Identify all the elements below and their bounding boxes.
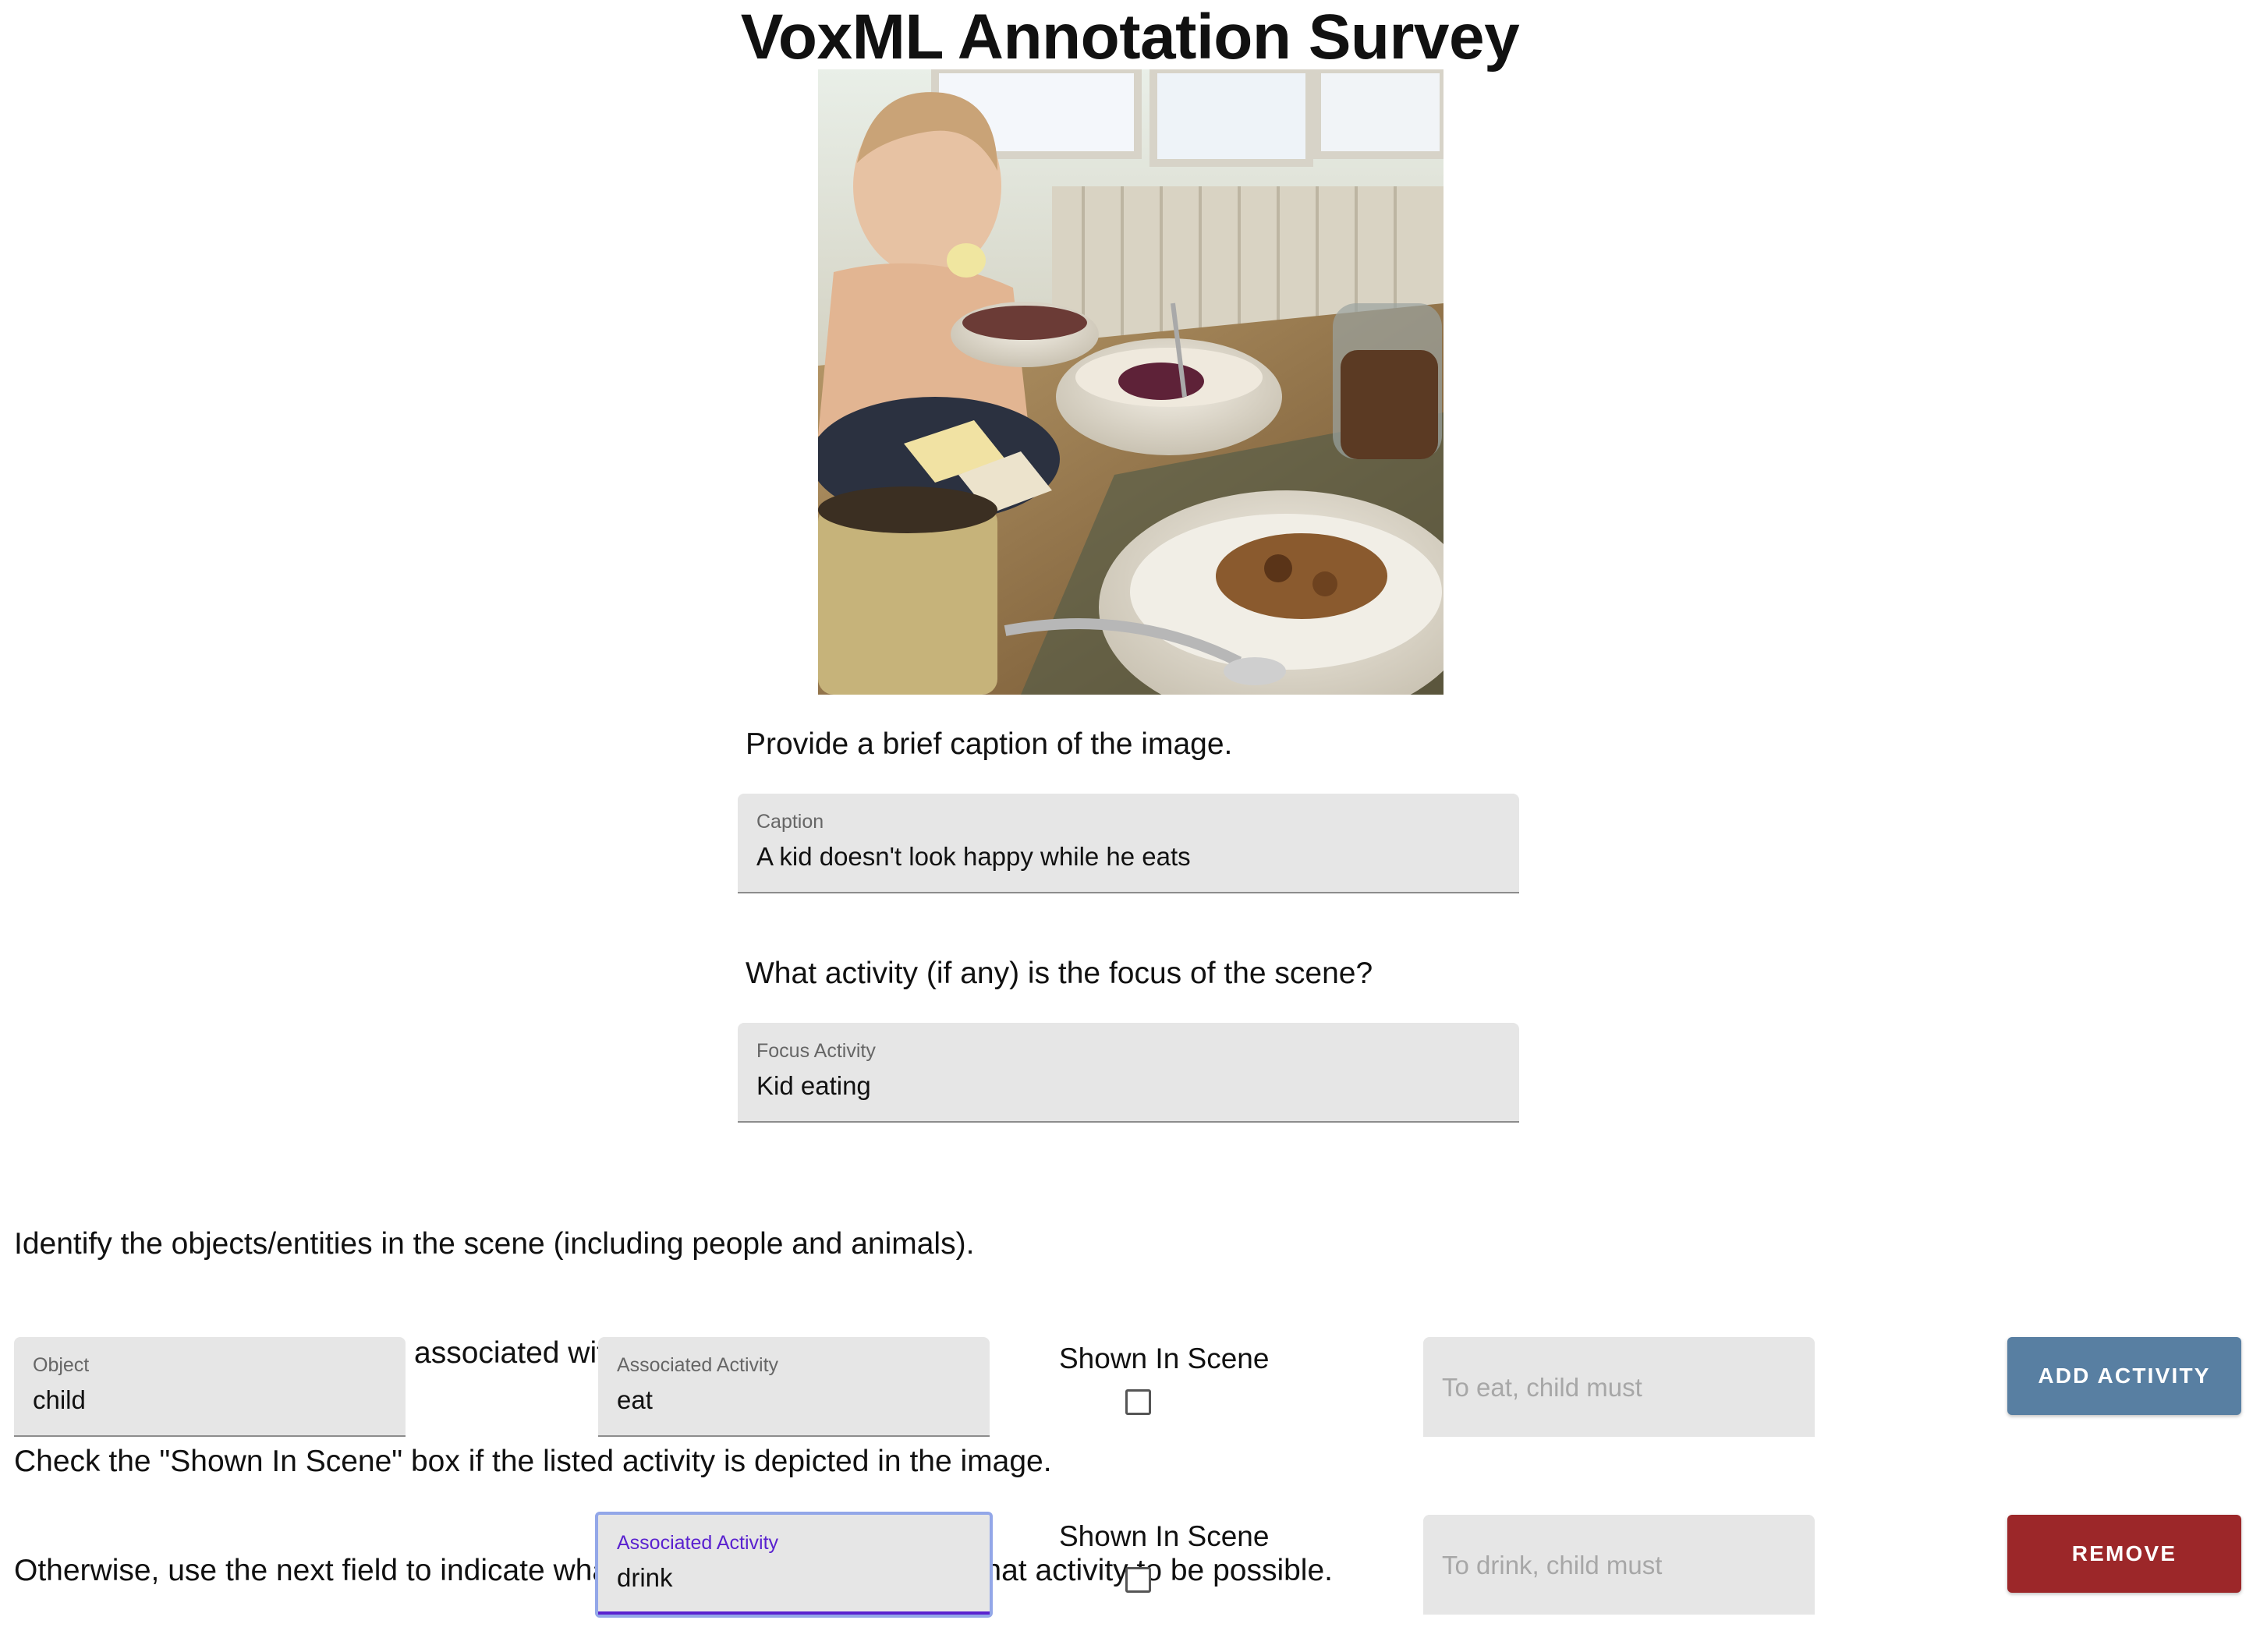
- scene-image: [818, 69, 1443, 695]
- activity-change-placeholder: To eat, child must: [1442, 1373, 1642, 1402]
- activity-change-placeholder: To drink, child must: [1442, 1551, 1663, 1579]
- shown-in-scene-checkbox[interactable]: [1125, 1389, 1151, 1415]
- remove-button[interactable]: REMOVE: [2007, 1515, 2241, 1593]
- add-activity-button[interactable]: ADD ACTIVITY: [2007, 1337, 2241, 1415]
- focus-prompt: What activity (if any) is the focus of t…: [746, 957, 1373, 990]
- instruction-line: Check the "Shown In Scene" box if the li…: [14, 1445, 1052, 1478]
- caption-field[interactable]: Caption A kid doesn't look happy while h…: [738, 794, 1519, 893]
- associated-activity-field-label: Associated Activity: [617, 1532, 779, 1554]
- associated-activity-field-label: Associated Activity: [617, 1354, 779, 1376]
- activity-change-field[interactable]: To eat, child must: [1423, 1337, 1815, 1437]
- associated-activity-field[interactable]: Associated Activity drink: [595, 1512, 993, 1618]
- object-field-value[interactable]: child: [33, 1385, 86, 1415]
- caption-field-label: Caption: [756, 811, 824, 833]
- focus-underline: [598, 1611, 990, 1615]
- focus-activity-field-value[interactable]: Kid eating: [756, 1071, 871, 1101]
- focus-activity-field-label: Focus Activity: [756, 1040, 876, 1062]
- instruction-line: Identify the objects/entities in the sce…: [14, 1227, 975, 1261]
- shown-in-scene-checkbox[interactable]: [1125, 1567, 1151, 1593]
- caption-field-value[interactable]: A kid doesn't look happy while he eats: [756, 842, 1191, 872]
- associated-activity-field-value[interactable]: drink: [617, 1563, 673, 1593]
- shown-in-scene-label: Shown In Scene: [1059, 1520, 1270, 1552]
- object-field-label: Object: [33, 1354, 90, 1376]
- associated-activity-field[interactable]: Associated Activity eat: [598, 1337, 990, 1437]
- focus-activity-field[interactable]: Focus Activity Kid eating: [738, 1023, 1519, 1123]
- caption-prompt: Provide a brief caption of the image.: [746, 727, 1233, 761]
- associated-activity-field-value[interactable]: eat: [617, 1385, 653, 1415]
- activity-change-field[interactable]: To drink, child must: [1423, 1515, 1815, 1615]
- page-title: VoxML Annotation Survey: [740, 2, 1520, 73]
- shown-in-scene-label: Shown In Scene: [1059, 1342, 1270, 1374]
- object-field[interactable]: Object child: [14, 1337, 406, 1437]
